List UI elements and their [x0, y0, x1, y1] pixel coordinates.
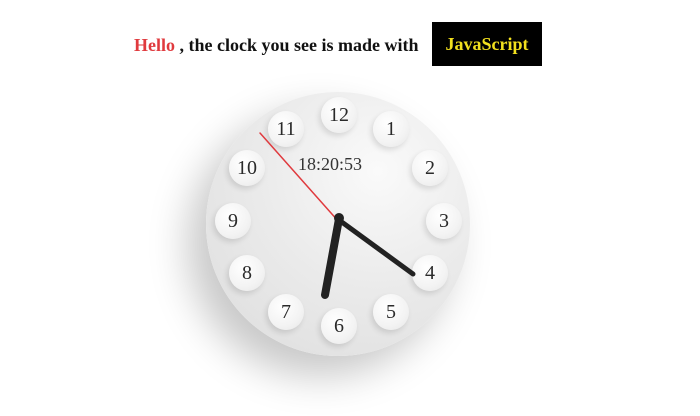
headline: Hello , the clock you see is made with: [134, 34, 418, 56]
hello-text: Hello: [134, 35, 175, 55]
clock-number-7: 7: [268, 294, 304, 330]
headline-text: , the clock you see is made with: [175, 35, 419, 55]
clock-number-12: 12: [321, 97, 357, 133]
clock-number-4: 4: [412, 255, 448, 291]
javascript-badge: JavaScript: [432, 22, 542, 66]
clock-number-8: 8: [229, 255, 265, 291]
digital-time: 18:20:53: [298, 154, 363, 174]
clock-number-10: 10: [229, 150, 265, 186]
clock-number-3: 3: [426, 203, 462, 239]
clock-number-1: 1: [373, 111, 409, 147]
clock-number-9: 9: [215, 203, 251, 239]
clock-number-5: 5: [373, 294, 409, 330]
clock-number-11: 11: [268, 111, 304, 147]
clock-number-2: 2: [412, 150, 448, 186]
page: Hello , the clock you see is made with J…: [0, 0, 700, 416]
clock-number-6: 6: [321, 308, 357, 344]
